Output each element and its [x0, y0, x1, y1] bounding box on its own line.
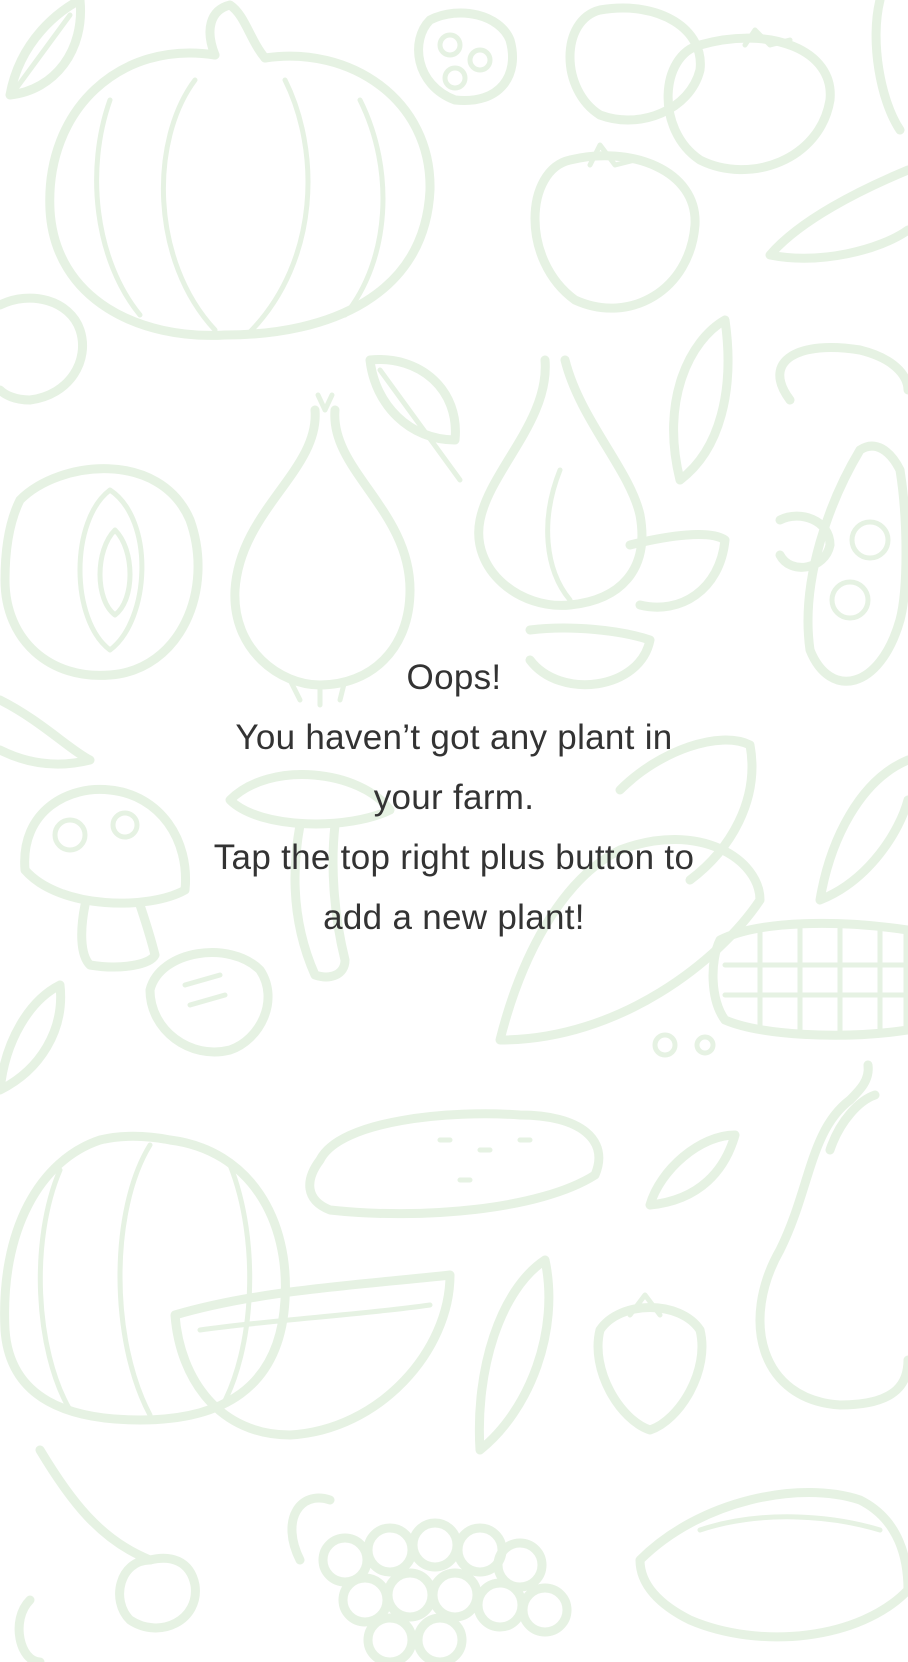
cabbage-icon [0, 464, 203, 680]
cherry-icon [14, 1445, 200, 1662]
empty-state-hint-line-2: add a new plant! [323, 898, 585, 937]
leaf-icon [0, 980, 66, 1095]
sweet-potato-icon [635, 1488, 908, 1642]
leaf-icon [645, 1130, 740, 1210]
watermelon-icon [0, 1131, 455, 1440]
leaf-icon [669, 315, 733, 485]
empty-state-hint-line-1: Tap the top right plus button to [213, 838, 695, 877]
raspberry-icon [414, 8, 518, 106]
leaf-icon [365, 355, 463, 483]
pea-pod-icon [775, 342, 908, 686]
pear-icon [755, 1060, 908, 1410]
cucumber-icon [305, 1109, 604, 1219]
grapes-icon [287, 1493, 572, 1662]
empty-state-title: Oops! [406, 658, 502, 697]
mushroom-icon [145, 948, 273, 1057]
broccoli-icon [0, 293, 88, 405]
garlic-icon [474, 355, 730, 690]
leaf-icon [5, 0, 86, 100]
empty-farm-message: Oops! You haven’t got any plant in your … [0, 648, 908, 948]
pumpkin-icon [45, 0, 435, 340]
farm-screen: Oops! You haven’t got any plant in your … [0, 0, 908, 1662]
strawberry-icon [593, 1292, 707, 1435]
empty-state-message-line-2: your farm. [373, 778, 535, 817]
leaf-icon [474, 1255, 554, 1455]
tomato-icon [530, 3, 835, 313]
empty-state-message-line-1: You haven’t got any plant in [235, 718, 673, 757]
